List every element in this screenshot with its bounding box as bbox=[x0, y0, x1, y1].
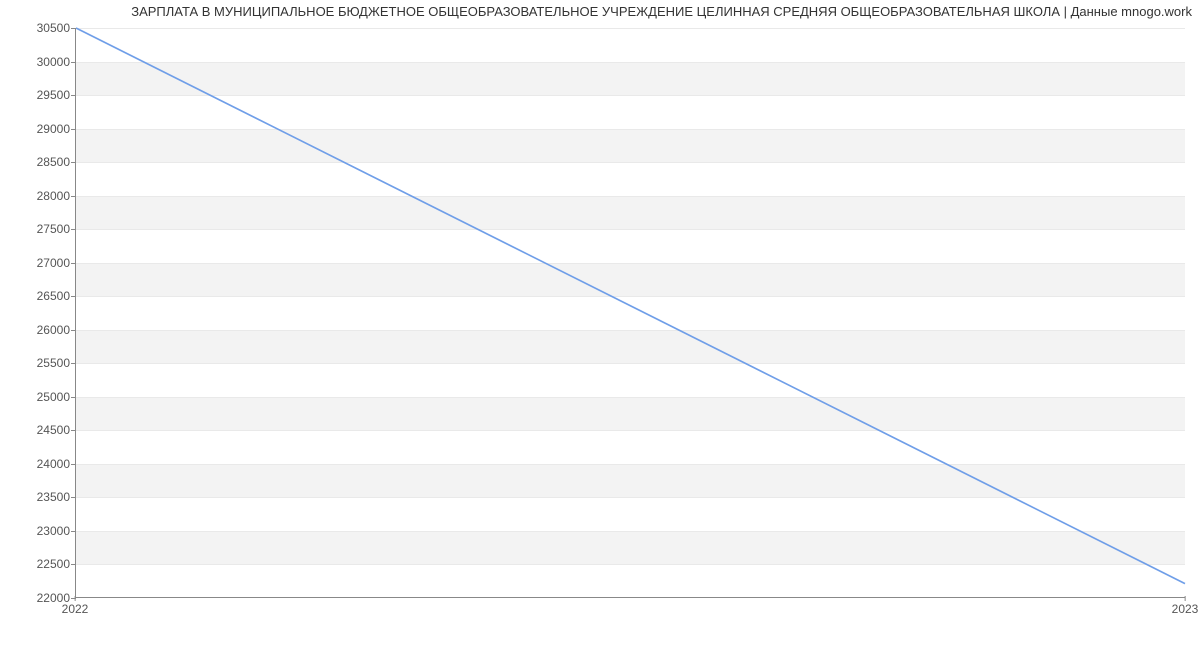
y-tick-label: 25000 bbox=[10, 390, 70, 404]
y-tick-label: 25500 bbox=[10, 356, 70, 370]
y-tick-label: 24000 bbox=[10, 457, 70, 471]
y-tick-label: 26500 bbox=[10, 289, 70, 303]
y-tick-label: 27000 bbox=[10, 256, 70, 270]
line-series bbox=[76, 28, 1185, 584]
x-tick-label: 2023 bbox=[1172, 602, 1199, 616]
y-tick-label: 22500 bbox=[10, 557, 70, 571]
chart-title: ЗАРПЛАТА В МУНИЦИПАЛЬНОЕ БЮДЖЕТНОЕ ОБЩЕО… bbox=[131, 4, 1192, 19]
y-tick-label: 24500 bbox=[10, 423, 70, 437]
y-tick-label: 23000 bbox=[10, 524, 70, 538]
x-tick-label: 2022 bbox=[62, 602, 89, 616]
y-tick-label: 30500 bbox=[10, 21, 70, 35]
y-tick-label: 29500 bbox=[10, 88, 70, 102]
y-tick-label: 23500 bbox=[10, 490, 70, 504]
chart-container: ЗАРПЛАТА В МУНИЦИПАЛЬНОЕ БЮДЖЕТНОЕ ОБЩЕО… bbox=[0, 0, 1200, 650]
y-tick-label: 27500 bbox=[10, 222, 70, 236]
y-tick-label: 28500 bbox=[10, 155, 70, 169]
plot-area bbox=[75, 28, 1185, 598]
line-series-layer bbox=[76, 28, 1185, 597]
y-tick-label: 28000 bbox=[10, 189, 70, 203]
y-tick-label: 26000 bbox=[10, 323, 70, 337]
y-tick-label: 29000 bbox=[10, 122, 70, 136]
y-tick-label: 30000 bbox=[10, 55, 70, 69]
